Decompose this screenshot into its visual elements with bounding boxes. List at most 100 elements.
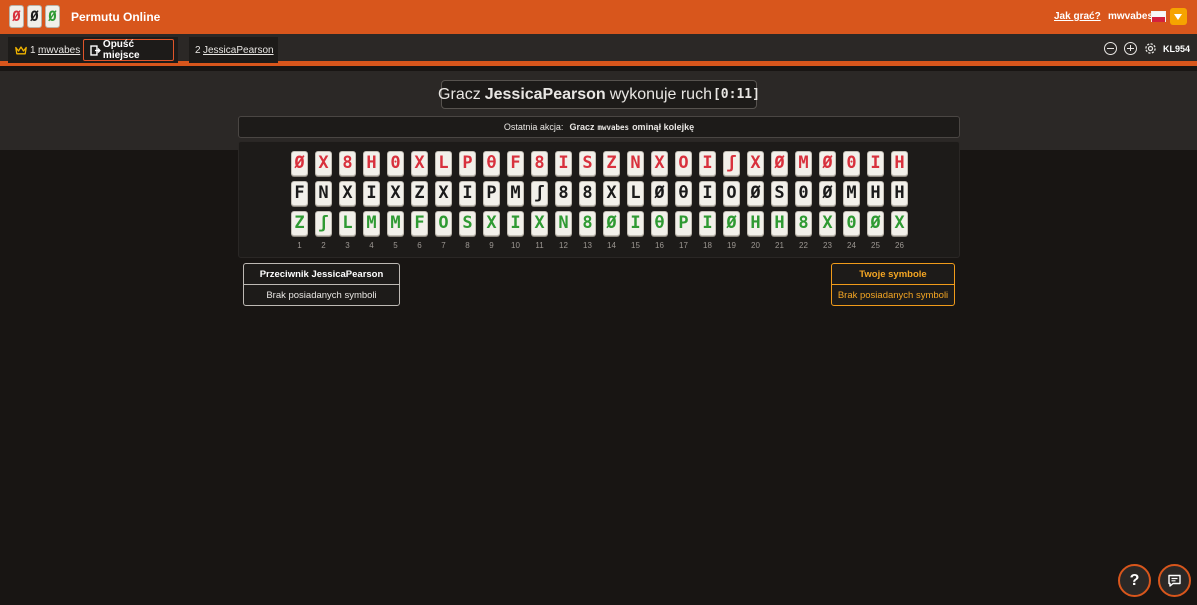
symbol-tile-green[interactable]: F [411, 211, 428, 236]
symbol-tile-red[interactable]: Ø [291, 151, 308, 176]
symbol-tile-black[interactable]: ʃ [531, 181, 548, 206]
symbol-tile-red[interactable]: I [699, 151, 716, 176]
column-number: 11 [535, 241, 544, 250]
symbol-tile-red[interactable]: H [363, 151, 380, 176]
symbol-tile-green[interactable]: I [507, 211, 524, 236]
symbol-tile-black[interactable]: Ø [747, 181, 764, 206]
symbol-tile-black[interactable]: P [483, 181, 500, 206]
player-name-link[interactable]: mwvabes [38, 45, 80, 56]
status-suffix: wykonuje ruch [609, 85, 712, 103]
symbol-tile-green[interactable]: Ø [603, 211, 620, 236]
symbol-tile-red[interactable]: P [459, 151, 476, 176]
last-action-prefix: Gracz [569, 122, 595, 132]
symbol-tile-red[interactable]: X [747, 151, 764, 176]
symbol-tile-red[interactable]: X [411, 151, 428, 176]
symbol-tile-green[interactable]: H [771, 211, 788, 236]
turn-status: Gracz JessicaPearson wykonuje ruch [0:11… [438, 80, 760, 109]
symbol-tile-green[interactable]: I [699, 211, 716, 236]
symbol-tile-red[interactable]: 8 [531, 151, 548, 176]
symbol-tile-green[interactable]: Ø [723, 211, 740, 236]
column-number: 24 [847, 241, 856, 250]
symbol-tile-black[interactable]: 0 [795, 181, 812, 206]
help-button[interactable]: ? [1118, 564, 1151, 597]
column-number: 18 [703, 241, 712, 250]
turn-timer: [0:11] [712, 87, 760, 102]
symbol-tile-red[interactable]: L [435, 151, 452, 176]
symbol-tile-red[interactable]: H [891, 151, 908, 176]
username[interactable]: mwvabes [1108, 11, 1153, 22]
symbol-tile-green[interactable]: 8 [579, 211, 596, 236]
symbol-tile-green[interactable]: H [747, 211, 764, 236]
symbol-tile-green[interactable]: X [483, 211, 500, 236]
symbol-tile-green[interactable]: 8 [795, 211, 812, 236]
symbol-tile-green[interactable]: ʃ [315, 211, 332, 236]
symbol-tile-black[interactable]: X [339, 181, 356, 206]
symbol-tile-red[interactable]: O [675, 151, 692, 176]
symbol-tile-green[interactable]: θ [651, 211, 668, 236]
symbol-tile-green[interactable]: S [459, 211, 476, 236]
symbol-tile-black[interactable]: X [603, 181, 620, 206]
symbol-tile-black[interactable]: I [363, 181, 380, 206]
symbol-tile-green[interactable]: X [891, 211, 908, 236]
symbol-tile-green[interactable]: X [531, 211, 548, 236]
symbol-tile-black[interactable]: M [507, 181, 524, 206]
symbol-tile-green[interactable]: 0 [843, 211, 860, 236]
symbol-tile-red[interactable]: θ [483, 151, 500, 176]
chat-button[interactable] [1158, 564, 1191, 597]
symbol-tile-red[interactable]: Ø [771, 151, 788, 176]
leave-seat-button[interactable]: Opuść miejsce [83, 39, 174, 61]
symbol-tile-black[interactable]: Z [411, 181, 428, 206]
symbol-tile-black[interactable]: I [699, 181, 716, 206]
symbol-tile-black[interactable]: 8 [579, 181, 596, 206]
symbol-tile-red[interactable]: F [507, 151, 524, 176]
symbol-tile-black[interactable]: X [435, 181, 452, 206]
logo[interactable]: ØØØ [9, 5, 60, 28]
column-number: 23 [823, 241, 832, 250]
symbol-tile-green[interactable]: P [675, 211, 692, 236]
symbol-tile-red[interactable]: X [651, 151, 668, 176]
symbol-tile-green[interactable]: L [339, 211, 356, 236]
symbol-tile-green[interactable]: X [819, 211, 836, 236]
symbol-tile-black[interactable]: 8 [555, 181, 572, 206]
how-to-play-link[interactable]: Jak grać? [1054, 11, 1101, 22]
zoom-in-icon[interactable] [1124, 42, 1137, 55]
symbol-tile-green[interactable]: Z [291, 211, 308, 236]
symbol-tile-black[interactable]: M [843, 181, 860, 206]
zoom-out-icon[interactable] [1104, 42, 1117, 55]
symbol-tile-red[interactable]: Ø [819, 151, 836, 176]
symbol-tile-black[interactable]: Ø [819, 181, 836, 206]
symbol-tile-red[interactable]: M [795, 151, 812, 176]
symbol-tile-black[interactable]: X [387, 181, 404, 206]
user-menu-button[interactable] [1170, 8, 1187, 25]
symbol-tile-red[interactable]: S [579, 151, 596, 176]
symbol-tile-green[interactable]: O [435, 211, 452, 236]
symbol-tile-red[interactable]: I [555, 151, 572, 176]
symbol-tile-black[interactable]: θ [675, 181, 692, 206]
symbol-tile-black[interactable]: Ø [651, 181, 668, 206]
symbol-tile-black[interactable]: S [771, 181, 788, 206]
symbol-tile-black[interactable]: O [723, 181, 740, 206]
symbol-tile-black[interactable]: H [891, 181, 908, 206]
symbol-tile-red[interactable]: X [315, 151, 332, 176]
symbol-tile-black[interactable]: F [291, 181, 308, 206]
player-name-link[interactable]: JessicaPearson [203, 45, 274, 56]
symbol-tile-red[interactable]: 8 [339, 151, 356, 176]
symbol-tile-green[interactable]: Ø [867, 211, 884, 236]
symbol-tile-red[interactable]: 0 [387, 151, 404, 176]
symbol-tile-green[interactable]: M [363, 211, 380, 236]
symbol-tile-green[interactable]: M [387, 211, 404, 236]
brand-title[interactable]: Permutu Online [71, 10, 160, 24]
symbol-tile-black[interactable]: H [867, 181, 884, 206]
symbol-tile-red[interactable]: ʃ [723, 151, 740, 176]
symbol-tile-red[interactable]: I [867, 151, 884, 176]
symbol-tile-green[interactable]: N [555, 211, 572, 236]
symbol-tile-black[interactable]: L [627, 181, 644, 206]
question-icon: ? [1129, 571, 1140, 589]
gear-icon[interactable] [1143, 41, 1158, 56]
symbol-tile-green[interactable]: I [627, 211, 644, 236]
symbol-tile-red[interactable]: N [627, 151, 644, 176]
symbol-tile-black[interactable]: I [459, 181, 476, 206]
symbol-tile-red[interactable]: Z [603, 151, 620, 176]
symbol-tile-black[interactable]: N [315, 181, 332, 206]
symbol-tile-red[interactable]: 0 [843, 151, 860, 176]
